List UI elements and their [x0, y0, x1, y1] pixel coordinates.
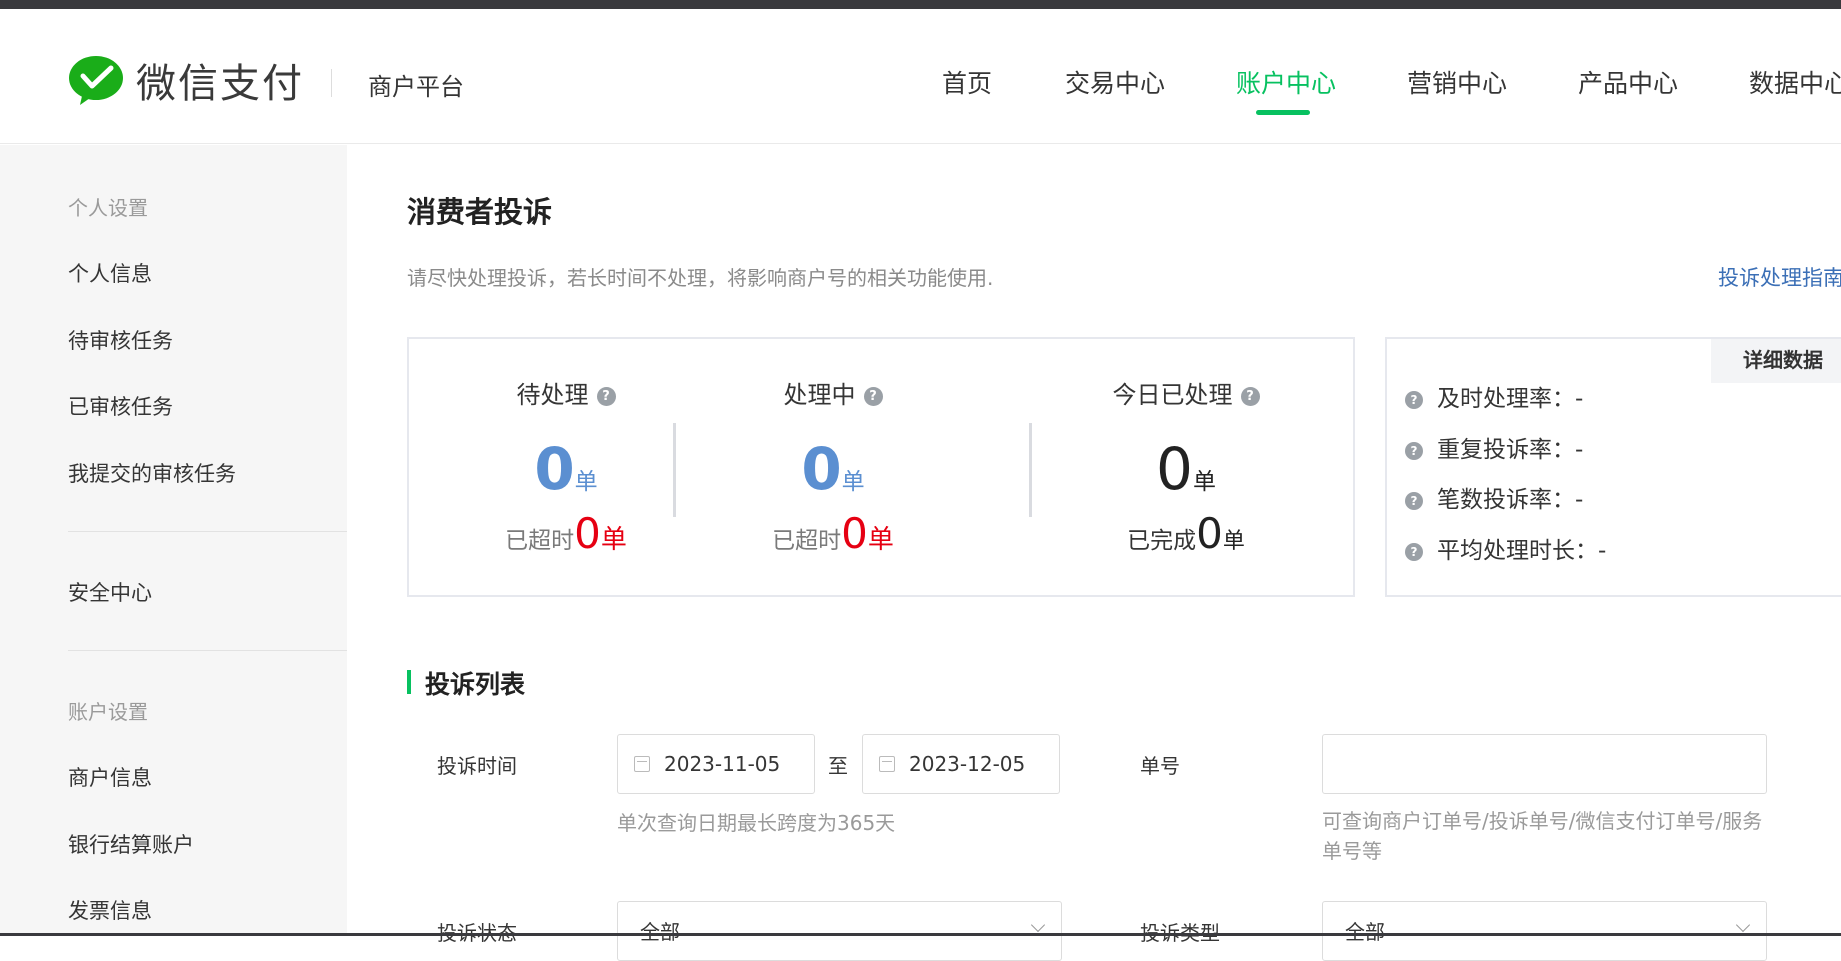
rate-repeat: ? 重复投诉率：- [1405, 430, 1583, 464]
stats-panel: 待处理? 0单 已超时0单 处理中? 0单 已超时0单 今日已处理? 0单 已完… [407, 337, 1355, 597]
sidebar-item-reviewed[interactable]: 已审核任务 [68, 391, 173, 421]
complaint-status-label: 投诉状态 [437, 921, 517, 945]
complaint-status-value: 全部 [640, 920, 680, 944]
help-icon[interactable]: ? [1405, 491, 1423, 510]
main-content: 消费者投诉 请尽快处理投诉，若长时间不处理，将影响商户号的相关功能使用. 投诉处… [347, 145, 1841, 961]
nav-data[interactable]: 数据中心 [1749, 64, 1841, 100]
notice-text: 请尽快处理投诉，若长时间不处理，将影响商户号的相关功能使用. [407, 266, 994, 290]
rate-value: - [1575, 487, 1584, 513]
sidebar: 个人设置 个人信息 待审核任务 已审核任务 我提交的审核任务 安全中心 账户设置… [0, 145, 347, 936]
rate-label: 平均处理时长： [1437, 538, 1598, 564]
rate-label: 笔数投诉率： [1437, 487, 1575, 513]
calendar-icon [634, 756, 650, 772]
detail-data-tab[interactable]: 详细数据 [1711, 339, 1841, 383]
window-top-bar [0, 0, 1841, 9]
chevron-down-icon [1735, 917, 1751, 933]
stat-unit: 单 [841, 469, 865, 495]
stat-sub-unit: 单 [1222, 529, 1245, 554]
complaint-list-title: 投诉列表 [407, 665, 525, 701]
stat-sub-label: 已完成 [1127, 528, 1197, 554]
complaint-guide-link[interactable]: 投诉处理指南 [1718, 262, 1841, 292]
stat-sub-label: 已超时 [772, 528, 842, 554]
end-date-value: 2023-12-05 [909, 752, 1026, 776]
stat-label: 今日已处理 [1112, 381, 1233, 409]
rate-count: ? 笔数投诉率：- [1405, 480, 1583, 514]
rate-value: - [1575, 386, 1584, 412]
complaint-type-select[interactable]: 全部 [1322, 901, 1767, 961]
sidebar-item-bank-account[interactable]: 银行结算账户 [68, 829, 194, 859]
page-title: 消费者投诉 [407, 195, 553, 229]
stat-unit: 单 [574, 469, 598, 495]
stat-value: 0 [534, 435, 575, 503]
rate-avg-time: ? 平均处理时长：- [1405, 531, 1606, 565]
rates-panel: 详细数据 ? 及时处理率：- ? 重复投诉率：- ? 笔数投诉率：- ? 平均处理时长：… [1385, 337, 1841, 597]
date-range-to: 至 [828, 754, 848, 778]
help-icon[interactable]: ? [1405, 441, 1423, 460]
top-header: 微信支付 商户平台 首页 交易中心 账户中心 营销中心 产品中心 数据中心 [0, 9, 1841, 144]
start-date-input[interactable]: 2023-11-05 [617, 734, 815, 794]
stat-unit: 单 [1192, 469, 1216, 495]
order-number-hint: 可查询商户订单号/投诉单号/微信支付订单号/服务单号等 [1322, 809, 1763, 863]
rate-value: - [1575, 437, 1584, 463]
stat-value: 0 [1156, 435, 1193, 503]
nav-transactions[interactable]: 交易中心 [1065, 64, 1165, 100]
help-icon[interactable]: ? [1405, 542, 1423, 561]
stat-today-handled: 今日已处理? 0单 已完成0单 [1029, 339, 1343, 595]
order-number-label: 单号 [1140, 754, 1180, 778]
rate-label: 重复投诉率： [1437, 437, 1575, 463]
help-icon[interactable]: ? [1240, 386, 1260, 406]
sidebar-group-account: 账户设置 [68, 700, 148, 724]
order-number-input[interactable] [1322, 734, 1767, 794]
calendar-icon [879, 756, 895, 772]
date-range-hint: 单次查询日期最长跨度为365天 [617, 811, 896, 835]
complaint-type-value: 全部 [1345, 920, 1385, 944]
sidebar-item-merchant-info[interactable]: 商户信息 [68, 762, 152, 792]
help-icon[interactable]: ? [1405, 390, 1423, 409]
stat-sub-unit: 单 [867, 525, 894, 555]
start-date-value: 2023-11-05 [664, 752, 781, 776]
end-date-input[interactable]: 2023-12-05 [862, 734, 1060, 794]
complaint-type-label: 投诉类型 [1140, 921, 1220, 945]
stat-sub-label: 已超时 [505, 528, 575, 554]
stat-sub-unit: 单 [600, 525, 627, 555]
rate-label: 及时处理率： [1437, 386, 1575, 412]
stat-value: 0 [801, 435, 842, 503]
sidebar-divider [68, 531, 347, 532]
sidebar-group-personal: 个人设置 [68, 196, 148, 220]
sidebar-item-invoice[interactable]: 发票信息 [68, 895, 152, 925]
rate-value: - [1598, 538, 1607, 564]
stat-sub-value: 0 [841, 509, 868, 558]
nav-active-indicator [1256, 110, 1310, 115]
nav-home[interactable]: 首页 [942, 64, 992, 100]
help-icon[interactable]: ? [596, 386, 616, 406]
help-icon[interactable]: ? [863, 386, 883, 406]
complaint-time-label: 投诉时间 [437, 754, 517, 778]
sidebar-item-security[interactable]: 安全中心 [68, 577, 152, 607]
sidebar-item-personal-info[interactable]: 个人信息 [68, 258, 152, 288]
rate-timely: ? 及时处理率：- [1405, 379, 1583, 413]
stat-label: 待处理 [516, 381, 589, 409]
stat-sub-value: 0 [1196, 509, 1223, 558]
nav-products[interactable]: 产品中心 [1578, 64, 1678, 100]
sidebar-divider [68, 650, 347, 651]
complaint-status-select[interactable]: 全部 [617, 901, 1062, 961]
main-nav: 首页 交易中心 账户中心 营销中心 产品中心 数据中心 [0, 64, 1841, 124]
nav-marketing[interactable]: 营销中心 [1407, 64, 1507, 100]
sidebar-item-pending-review[interactable]: 待审核任务 [68, 325, 173, 355]
chevron-down-icon [1030, 917, 1046, 933]
stat-label: 处理中 [783, 381, 856, 409]
stat-in-progress: 处理中? 0单 已超时0单 [676, 339, 990, 595]
sidebar-item-submitted-review[interactable]: 我提交的审核任务 [68, 458, 236, 488]
stat-sub-value: 0 [574, 509, 601, 558]
nav-account[interactable]: 账户中心 [1236, 64, 1336, 100]
